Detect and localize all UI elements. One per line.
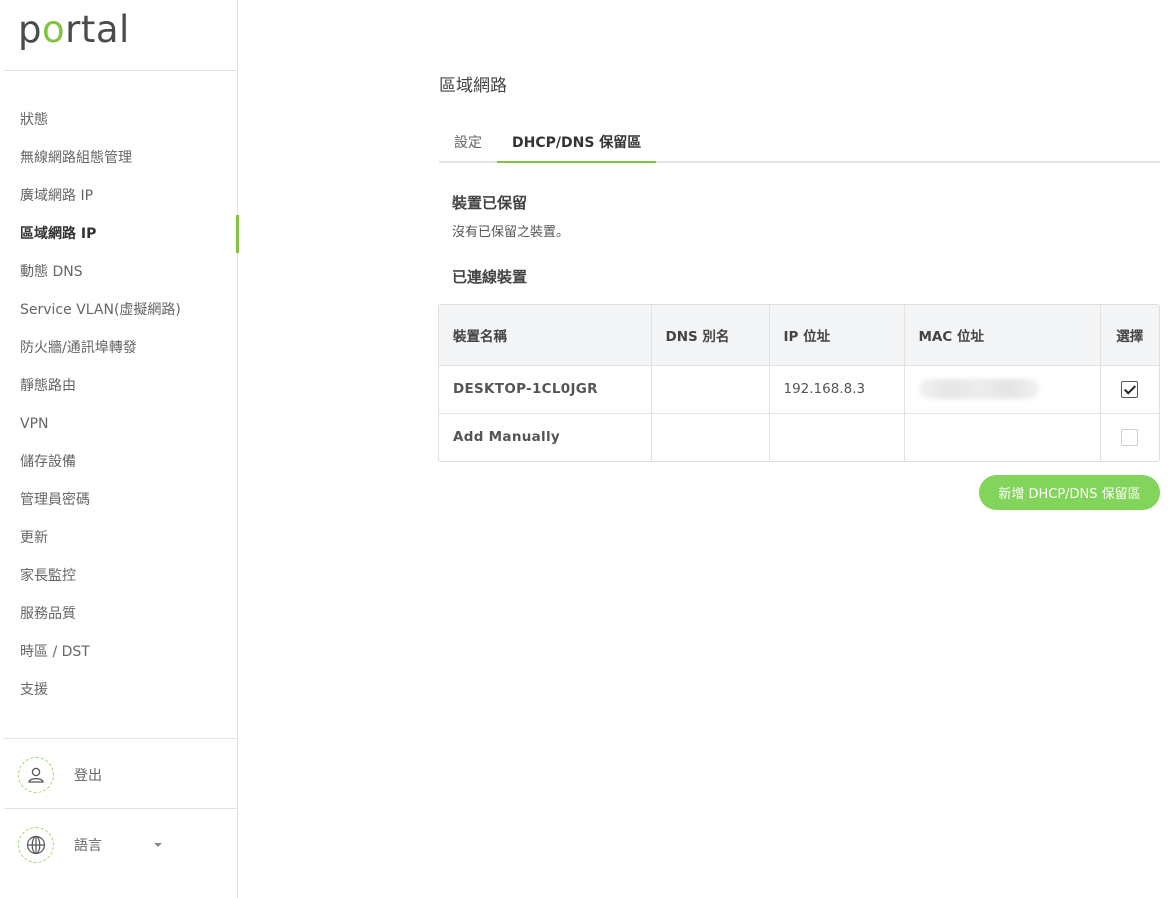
dns-alias-cell[interactable] bbox=[651, 365, 770, 413]
main-content: 區域網路 設定 DHCP/DNS 保留區 裝置已保留 沒有已保留之裝置。 已連線… bbox=[238, 0, 1173, 898]
globe-icon bbox=[18, 827, 54, 863]
ip-address-cell[interactable] bbox=[769, 413, 905, 461]
user-icon bbox=[18, 757, 54, 793]
column-header-ip-address: IP 位址 bbox=[769, 305, 905, 365]
connected-devices-table: 裝置名稱 DNS 別名 IP 位址 MAC 位址 選擇 DESKTOP-1CL0… bbox=[438, 304, 1160, 462]
sidebar-item-dynamic-dns[interactable]: 動態 DNS bbox=[0, 253, 238, 291]
sidebar-item-update[interactable]: 更新 bbox=[0, 519, 238, 557]
table-row[interactable]: DESKTOP-1CL0JGR 192.168.8.3 bbox=[439, 365, 1159, 413]
sidebar-item-admin-password[interactable]: 管理員密碼 bbox=[0, 481, 238, 519]
mac-address-cell bbox=[904, 365, 1101, 413]
language-selector[interactable]: 語言 bbox=[18, 826, 162, 864]
sidebar-item-qos[interactable]: 服務品質 bbox=[0, 595, 238, 633]
sidebar-divider bbox=[4, 808, 237, 809]
table-row[interactable]: Add Manually bbox=[439, 413, 1159, 461]
sidebar-divider bbox=[4, 738, 237, 739]
sidebar-item-timezone[interactable]: 時區 / DST bbox=[0, 633, 238, 671]
sidebar-item-lan-ip[interactable]: 區域網路 IP bbox=[0, 215, 239, 253]
sidebar-item-status[interactable]: 狀態 bbox=[0, 101, 238, 139]
select-cell bbox=[1100, 413, 1159, 461]
connected-devices-title: 已連線裝置 bbox=[452, 268, 528, 286]
dns-alias-cell[interactable] bbox=[651, 413, 770, 461]
sidebar-item-wan-ip[interactable]: 廣域網路 IP bbox=[0, 177, 238, 215]
column-header-device-name: 裝置名稱 bbox=[439, 305, 652, 365]
device-select-checkbox[interactable] bbox=[1121, 380, 1139, 398]
tab-settings[interactable]: 設定 bbox=[439, 128, 497, 163]
device-select-checkbox[interactable] bbox=[1121, 428, 1139, 446]
sidebar-item-firewall[interactable]: 防火牆/通訊埠轉發 bbox=[0, 329, 238, 367]
sidebar-item-storage[interactable]: 儲存設備 bbox=[0, 443, 238, 481]
table-header-row: 裝置名稱 DNS 別名 IP 位址 MAC 位址 選擇 bbox=[439, 305, 1159, 365]
sidebar-item-static-routing[interactable]: 靜態路由 bbox=[0, 367, 238, 405]
reserved-devices-empty-text: 沒有已保留之裝置。 bbox=[452, 225, 570, 240]
ip-address-cell: 192.168.8.3 bbox=[769, 365, 905, 413]
sidebar-divider bbox=[4, 70, 237, 71]
tab-dhcp-dns-reservation[interactable]: DHCP/DNS 保留區 bbox=[497, 128, 657, 163]
app-root: portal 狀態 無線網路組態管理 廣域網路 IP 區域網路 IP 動態 DN… bbox=[0, 0, 1173, 898]
tab-bar: 設定 DHCP/DNS 保留區 bbox=[439, 128, 1160, 163]
logout-label: 登出 bbox=[74, 768, 102, 784]
logout-button[interactable]: 登出 bbox=[18, 756, 102, 794]
sidebar-nav: 狀態 無線網路組態管理 廣域網路 IP 區域網路 IP 動態 DNS Servi… bbox=[0, 101, 239, 709]
device-name-cell[interactable]: Add Manually bbox=[439, 413, 652, 461]
redacted-mac-address bbox=[918, 379, 1039, 399]
sidebar-item-parental-control[interactable]: 家長監控 bbox=[0, 557, 238, 595]
chevron-down-icon bbox=[154, 843, 162, 847]
column-header-dns-alias: DNS 別名 bbox=[651, 305, 770, 365]
column-header-mac-address: MAC 位址 bbox=[904, 305, 1101, 365]
add-dhcp-dns-reservation-button[interactable]: 新增 DHCP/DNS 保留區 bbox=[979, 475, 1160, 510]
language-label: 語言 bbox=[74, 838, 102, 854]
page-title: 區域網路 bbox=[439, 76, 507, 96]
sidebar-item-vpn[interactable]: VPN bbox=[0, 405, 238, 443]
mac-address-cell[interactable] bbox=[904, 413, 1101, 461]
sidebar-item-support[interactable]: 支援 bbox=[0, 671, 238, 709]
column-header-select: 選擇 bbox=[1116, 328, 1144, 345]
sidebar-item-wireless[interactable]: 無線網路組態管理 bbox=[0, 139, 238, 177]
sidebar-item-service-vlan[interactable]: Service VLAN(虛擬網路) bbox=[0, 291, 238, 329]
device-name-cell: DESKTOP-1CL0JGR bbox=[439, 365, 652, 413]
portal-logo[interactable]: portal bbox=[18, 8, 130, 51]
sidebar: portal 狀態 無線網路組態管理 廣域網路 IP 區域網路 IP 動態 DN… bbox=[0, 0, 239, 898]
select-cell bbox=[1100, 365, 1159, 413]
reserved-devices-title: 裝置已保留 bbox=[452, 194, 528, 212]
